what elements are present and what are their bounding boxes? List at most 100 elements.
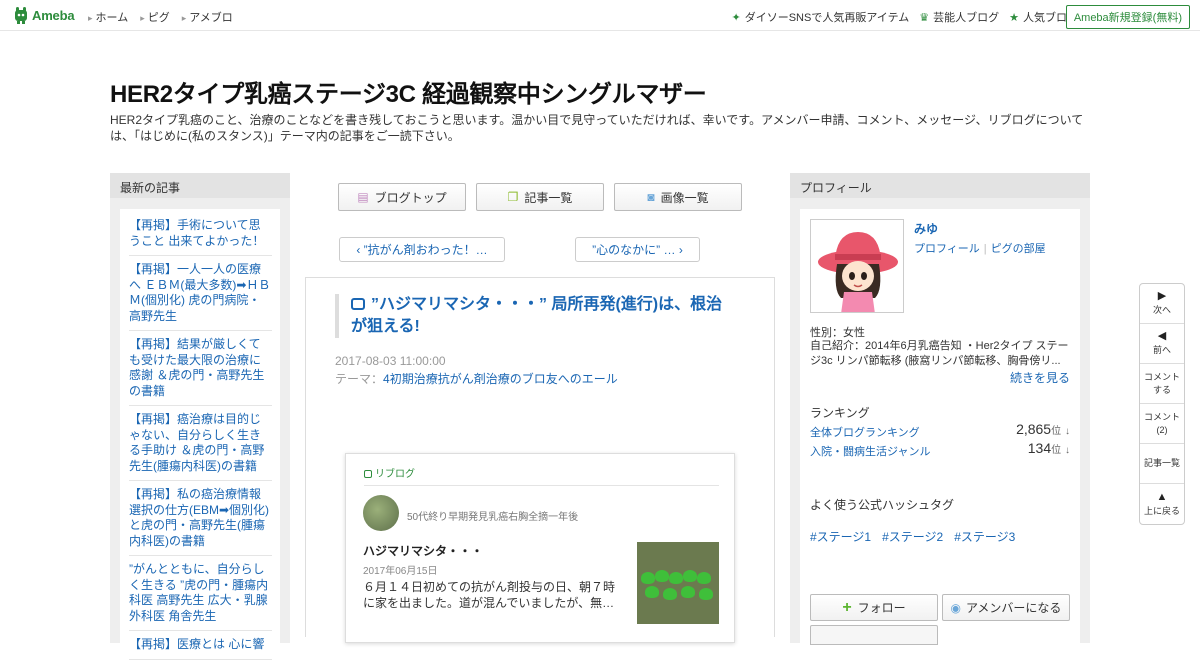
profile-gender: 性別：女性 xyxy=(810,327,865,339)
reblog-author-avatar[interactable] xyxy=(363,495,399,531)
thumbnail-frog xyxy=(683,570,697,582)
tab-image-list[interactable]: ◙ 画像一覧 xyxy=(614,183,742,211)
crown-icon: ♛ xyxy=(919,11,930,24)
prev-entry-nav-label: 前へ xyxy=(1152,345,1171,355)
divider xyxy=(364,485,719,486)
profile-name[interactable]: みゆ xyxy=(914,220,938,237)
link-celebrity-blog[interactable]: ♛ 芸能人ブログ xyxy=(919,9,999,25)
next-entry-nav[interactable]: ▶ 次へ xyxy=(1140,284,1184,324)
thumbnail-frog xyxy=(663,588,677,600)
recent-post-item[interactable]: ”がんとともに、自分らしく生きる ”虎の門・腫瘍内科医 高野先生 広大・乳腺外科… xyxy=(129,562,272,631)
thumbnail-frog xyxy=(681,586,695,598)
ameba-logo[interactable]: Ameba xyxy=(13,6,75,24)
profile-heading: プロフィール xyxy=(790,173,1090,198)
entry-list-nav[interactable]: 記事一覧 xyxy=(1140,444,1184,484)
prev-entry-button[interactable]: ‹ ”抗がん剤おわった！… xyxy=(339,237,505,262)
thumbnail-frog xyxy=(669,572,683,584)
thumbnail-frog xyxy=(699,588,713,600)
floating-side-nav: ▶ 次へ ◀ 前へ コメントする コメント(2) 記事一覧 ▲ 上に戻る xyxy=(1139,283,1185,525)
tab-blog-top[interactable]: ▤ ブログトップ xyxy=(338,183,466,211)
ranking-number: 134 xyxy=(1027,440,1052,456)
reblog-card[interactable]: リブログ 50代終り早期発見乳癌右胸全摘一年後 ハジマリマシタ・・・ 2017年… xyxy=(345,453,735,643)
blog-title[interactable]: HER2タイプ乳癌ステージ3C 経過観察中シングルマザー xyxy=(110,74,707,109)
recent-post-item[interactable]: 【再掲】医療とは 心に響 xyxy=(129,637,272,660)
reblog-label-text: リブログ xyxy=(375,469,415,480)
reblog-entry-title[interactable]: ハジマリマシタ・・・ xyxy=(363,542,483,559)
recent-posts-sidebar: 最新の記事 【再掲】手術について思うこと 出来てよかった！ 【再掲】一人一人の医… xyxy=(110,173,290,666)
hashtag-link[interactable]: #ステージ3 xyxy=(954,528,1015,545)
global-nav: ホーム ピグ アメブロ xyxy=(88,9,245,25)
profile-intro: 自己紹介：2014年6月乳癌告知 ・Her2タイプ ステージ3c リンパ節転移 … xyxy=(810,340,1069,367)
tab-blog-top-label: ブログトップ xyxy=(374,190,447,205)
nav-home[interactable]: ホーム xyxy=(88,9,129,25)
follow-label: フォロー xyxy=(857,601,906,615)
next-entry-nav-label: 次へ xyxy=(1152,305,1171,315)
recent-post-item[interactable]: 【再掲】癌治療は目的じゃない、自分らしく生きる手助け ＆虎の門・高野先生(腫瘍内… xyxy=(129,412,272,481)
article-title-text: ”ハジマリマシタ・・・” 局所再発(進行)は、根治が狙える! xyxy=(351,296,723,335)
hashtags-heading: よく使う公式ハッシュタグ xyxy=(810,498,955,512)
plus-icon: + xyxy=(842,598,852,616)
back-to-top-nav[interactable]: ▲ 上に戻る xyxy=(1140,484,1184,524)
link-daiso[interactable]: ✦ ダイソーSNSで人気再販アイテム xyxy=(732,9,910,25)
recent-posts-heading: 最新の記事 xyxy=(110,173,290,198)
read-more-link[interactable]: 続きを見る xyxy=(1010,369,1070,386)
profile-sidebar: プロフィール みゆ プロフィール | ピグの部屋 性別：女性 自己紹介：2014年6… xyxy=(790,173,1090,645)
thumbnail-frog xyxy=(641,572,655,584)
signup-button[interactable]: Ameba新規登録(無料) xyxy=(1065,5,1190,29)
recent-post-item[interactable]: 【再掲】結果が厳しくても受けた最大限の治療に感謝 ＆虎の門・高野先生の書籍 xyxy=(129,337,272,406)
write-comment-nav[interactable]: コメントする xyxy=(1140,364,1184,404)
prev-entry-nav[interactable]: ◀ 前へ xyxy=(1140,324,1184,364)
profile-link[interactable]: プロフィール xyxy=(914,243,980,255)
reblog-excerpt: ６月１４日初めての抗がん剤投与の日、朝７時に家を出ました。道が混んでいましたが、… xyxy=(363,580,616,610)
follow-button[interactable]: + フォロー xyxy=(810,594,938,621)
article-title-block: ”ハジマリマシタ・・・” 局所再発(進行)は、根治が狙える! xyxy=(335,294,735,338)
recent-post-item[interactable]: 【再掲】私の癌治療情報選択の仕方(EBM➡個別化)と虎の門・高野先生(腫瘍内科医… xyxy=(129,487,272,556)
ranking-row: 全体ブログランキング 2,865位 ↓ xyxy=(810,421,1070,440)
nav-ameblo[interactable]: アメブロ xyxy=(182,9,232,25)
ranking-trend: ↓ xyxy=(1065,426,1070,437)
reblog-label: リブログ xyxy=(364,465,415,480)
comments-nav[interactable]: コメント(2) xyxy=(1140,404,1184,444)
back-to-top-label: 上に戻る xyxy=(1143,505,1180,516)
ranking-label[interactable]: 入院・闘病生活ジャンル xyxy=(810,446,930,458)
link-daiso-label: ダイソーSNSで人気再販アイテム xyxy=(744,12,910,24)
article-theme: テーマ：4初期治療抗がん剤治療のブロ友へのエール xyxy=(335,370,618,387)
article-theme-link[interactable]: 4初期治療抗がん剤治療のブロ友へのエール xyxy=(383,372,618,386)
global-header: Ameba ホーム ピグ アメブロ ✦ ダイソーSNSで人気再販アイテム ♛ 芸… xyxy=(0,0,1200,31)
ranking-label[interactable]: 全体ブログランキング xyxy=(810,427,920,439)
reblog-blog-name[interactable]: 50代終り早期発見乳癌右胸全摘一年後 xyxy=(407,508,578,523)
tab-entry-list-label: 記事一覧 xyxy=(524,190,573,205)
recent-posts-list: 【再掲】手術について思うこと 出来てよかった！ 【再掲】一人一人の医療へ ＥＢＭ… xyxy=(120,209,280,666)
blog-description: HER2タイプ乳癌のこと、治療のことなどを書き残しておこうと思います。温かい目で… xyxy=(110,113,1084,143)
triangle-left-icon: ◀ xyxy=(1157,330,1167,342)
hashtag-link[interactable]: #ステージ2 xyxy=(882,528,943,545)
ranking-value: 134位 ↓ xyxy=(1028,440,1070,456)
ranking-number: 2,865 xyxy=(1016,421,1052,437)
recent-post-item[interactable]: 【再掲】手術について思うこと 出来てよかった！ xyxy=(129,218,272,256)
message-button[interactable] xyxy=(810,625,938,645)
article-title[interactable]: ”ハジマリマシタ・・・” 局所再発(進行)は、根治が狙える! xyxy=(351,294,735,338)
next-entry-button[interactable]: ”心のなかに” … › xyxy=(575,237,700,262)
tab-entry-list[interactable]: ❐ 記事一覧 xyxy=(476,183,604,211)
article-date: 2017-08-03 11:00:00 xyxy=(335,354,446,368)
ranking-row: 入院・闘病生活ジャンル 134位 ↓ xyxy=(810,440,1070,459)
triangle-right-icon: ▶ xyxy=(1157,290,1167,302)
pigg-room-link[interactable]: ピグの部屋 xyxy=(991,243,1046,255)
link-separator: | xyxy=(983,243,987,255)
ranking-unit: 位 xyxy=(1051,445,1062,456)
nav-pigg[interactable]: ピグ xyxy=(140,9,170,25)
reblog-thumbnail[interactable] xyxy=(637,542,719,624)
reblog-entry-date: 2017年06月15日 xyxy=(363,566,438,577)
ranking-value: 2,865位 ↓ xyxy=(1016,421,1070,437)
hashtag-link[interactable]: #ステージ1 xyxy=(810,528,871,545)
comments-label: コメント(2) xyxy=(1144,411,1181,435)
amember-label: アメンバーになる xyxy=(966,601,1062,615)
recent-post-item[interactable]: 【再掲】一人一人の医療へ ＥＢＭ(最大多数)➡ＨＢＭ(個別化) 虎の門病院・高野… xyxy=(129,262,272,331)
list-icon: ❐ xyxy=(507,190,519,204)
profile-links: プロフィール | ピグの部屋 xyxy=(914,240,1046,256)
avatar[interactable] xyxy=(810,219,904,313)
amember-button[interactable]: ◉ アメンバーになる xyxy=(942,594,1070,621)
document-icon: ▤ xyxy=(357,190,369,204)
amember-icon: ◉ xyxy=(950,600,962,615)
write-comment-label: コメントする xyxy=(1144,371,1181,395)
